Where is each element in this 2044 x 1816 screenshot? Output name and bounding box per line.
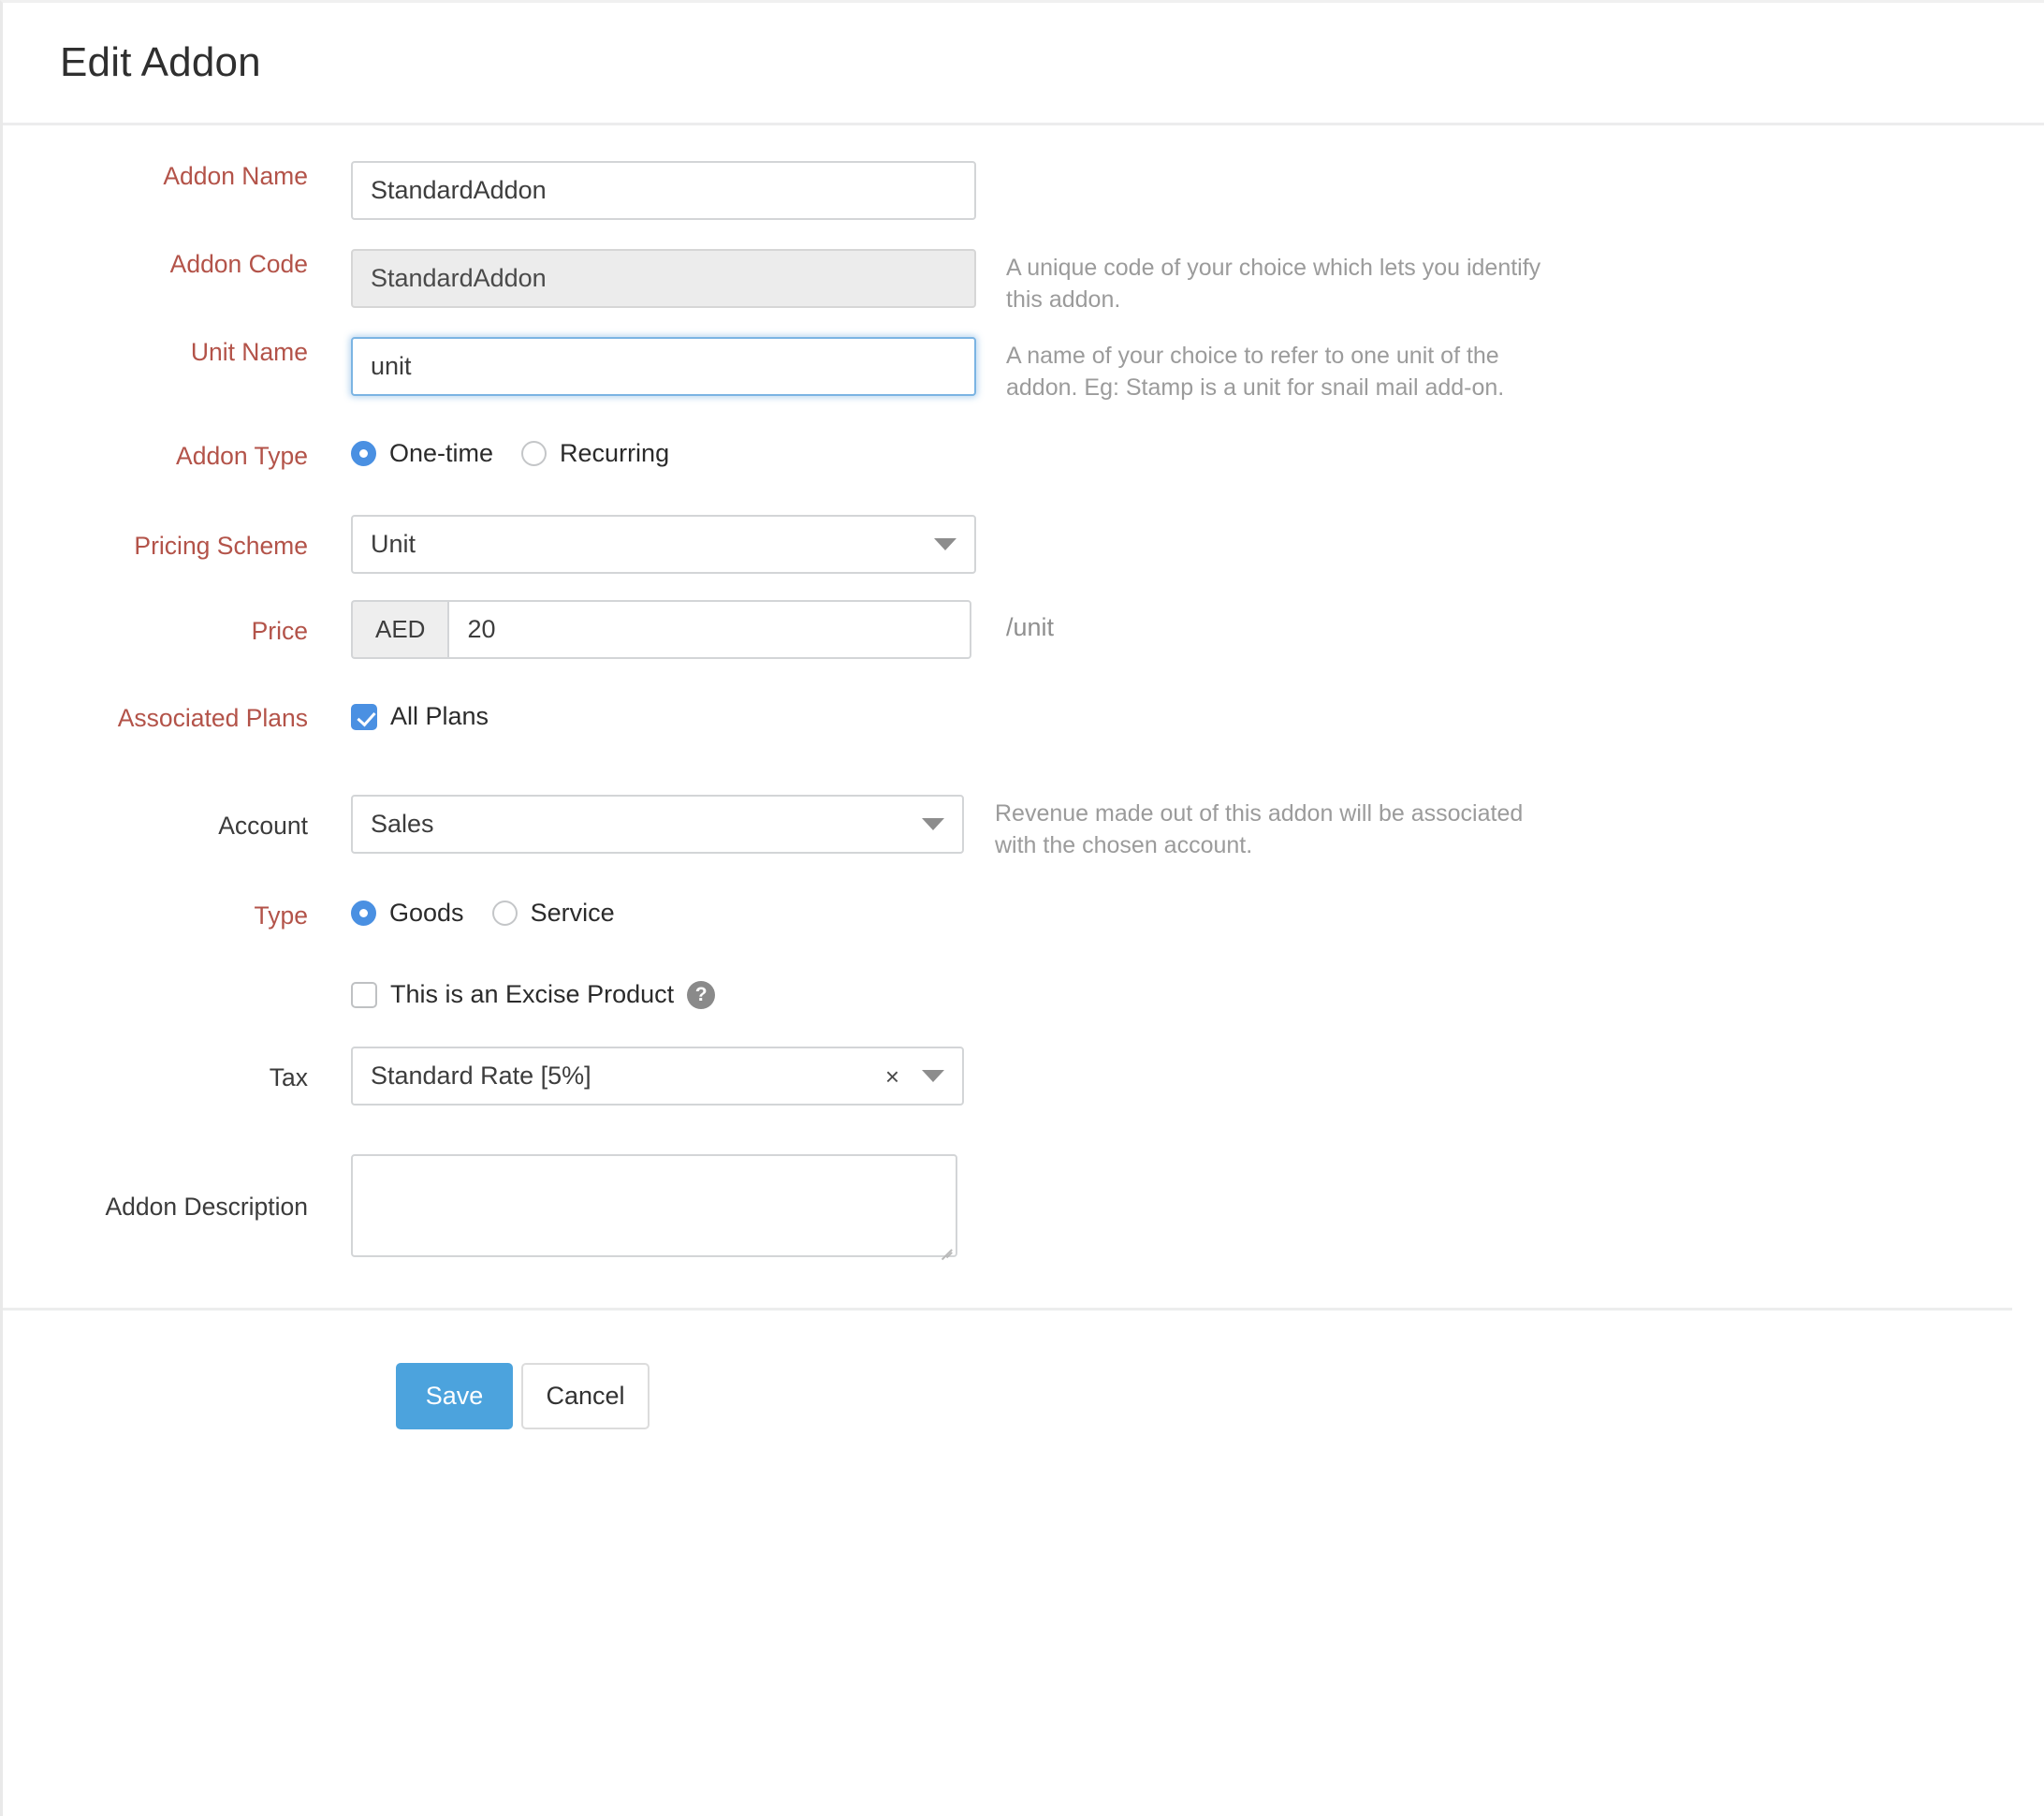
label-type: Type (3, 884, 351, 931)
row-price: Price AED /unit (3, 600, 2044, 659)
row-account: Account Sales Revenue made out of this a… (3, 795, 2044, 854)
type-option-service[interactable]: Service (492, 899, 615, 928)
addon-form: Addon Name Addon Code A unique code of y… (3, 125, 2044, 1257)
pricing-scheme-value: Unit (371, 530, 925, 559)
edit-addon-page: Edit Addon Addon Name Addon Code A uniqu… (0, 0, 2044, 1816)
field-tax: Standard Rate [5%] × (351, 1047, 964, 1106)
row-addon-description: Addon Description (3, 1154, 2044, 1257)
unit-name-hint: A name of your choice to refer to one un… (1006, 341, 1549, 404)
clear-icon[interactable]: × (885, 1064, 899, 1089)
row-pricing-scheme: Pricing Scheme Unit (3, 515, 2044, 574)
help-icon[interactable]: ? (687, 981, 715, 1009)
label-addon-name: Addon Name (3, 161, 351, 192)
pricing-scheme-select[interactable]: Unit (351, 515, 976, 574)
label-tax: Tax (3, 1047, 351, 1093)
field-account: Sales Revenue made out of this addon wil… (351, 795, 964, 854)
field-addon-name (351, 161, 976, 220)
all-plans-checkbox-row[interactable]: All Plans (351, 687, 489, 746)
type-option-goods[interactable]: Goods (351, 899, 464, 928)
label-price: Price (3, 600, 351, 647)
radio-unselected-icon (521, 441, 547, 466)
field-type: Goods Service (351, 884, 643, 943)
addon-code-input[interactable] (351, 249, 976, 308)
label-addon-description: Addon Description (3, 1154, 351, 1223)
checkbox-checked-icon (351, 704, 377, 730)
account-select[interactable]: Sales (351, 795, 964, 854)
save-button[interactable]: Save (396, 1363, 513, 1429)
addon-description-textarea[interactable] (351, 1154, 957, 1257)
price-input[interactable] (447, 600, 971, 659)
addon-name-input[interactable] (351, 161, 976, 220)
form-footer: Save Cancel (3, 1311, 2044, 1429)
type-radio-group: Goods Service (351, 884, 643, 943)
field-associated-plans: All Plans (351, 687, 489, 746)
field-addon-code: A unique code of your choice which lets … (351, 249, 976, 308)
addon-code-hint: A unique code of your choice which lets … (1006, 253, 1549, 316)
field-unit-name: A name of your choice to refer to one un… (351, 337, 976, 396)
label-addon-code: Addon Code (3, 249, 351, 280)
account-hint: Revenue made out of this addon will be a… (995, 798, 1538, 862)
field-excise-product: This is an Excise Product ? (351, 965, 715, 1024)
unit-name-input[interactable] (351, 337, 976, 396)
row-type: Type Goods Service (3, 884, 2044, 943)
page-title: Edit Addon (60, 39, 261, 86)
cancel-button[interactable]: Cancel (521, 1363, 650, 1429)
field-price: AED /unit (351, 600, 971, 659)
chevron-down-icon (922, 1070, 944, 1082)
addon-type-radio-group: One-time Recurring (351, 424, 697, 483)
radio-selected-icon (351, 901, 376, 926)
addon-type-option-label: Recurring (560, 439, 669, 468)
chevron-down-icon (934, 538, 956, 550)
field-pricing-scheme: Unit (351, 515, 976, 574)
field-addon-type: One-time Recurring (351, 424, 697, 483)
account-value: Sales (371, 810, 912, 839)
excise-label: This is an Excise Product (390, 980, 674, 1009)
price-currency-prefix: AED (351, 600, 447, 659)
label-addon-type: Addon Type (3, 424, 351, 472)
chevron-down-icon (922, 818, 944, 830)
all-plans-label: All Plans (390, 702, 489, 731)
tax-select[interactable]: Standard Rate [5%] × (351, 1047, 964, 1106)
price-unit-suffix: /unit (1006, 613, 1054, 642)
radio-unselected-icon (492, 901, 518, 926)
type-option-label: Goods (389, 899, 464, 928)
addon-type-option-label: One-time (389, 439, 493, 468)
row-excise-product: This is an Excise Product ? (3, 965, 2044, 1024)
label-pricing-scheme: Pricing Scheme (3, 515, 351, 562)
row-associated-plans: Associated Plans All Plans (3, 687, 2044, 746)
label-account: Account (3, 795, 351, 842)
label-unit-name: Unit Name (3, 337, 351, 368)
label-associated-plans: Associated Plans (3, 687, 351, 734)
row-addon-type: Addon Type One-time Recurring (3, 424, 2044, 483)
excise-checkbox-row[interactable]: This is an Excise Product ? (351, 965, 715, 1024)
row-addon-code: Addon Code A unique code of your choice … (3, 249, 2044, 308)
tax-value: Standard Rate [5%] (371, 1062, 885, 1091)
resize-grip-icon[interactable] (939, 1239, 952, 1252)
row-addon-name: Addon Name (3, 161, 2044, 220)
addon-type-option-recurring[interactable]: Recurring (521, 439, 669, 468)
row-unit-name: Unit Name A name of your choice to refer… (3, 337, 2044, 396)
checkbox-unchecked-icon (351, 982, 377, 1008)
price-input-group: AED (351, 600, 971, 659)
row-tax: Tax Standard Rate [5%] × (3, 1047, 2044, 1106)
addon-type-option-one-time[interactable]: One-time (351, 439, 493, 468)
field-addon-description (351, 1154, 957, 1257)
page-header: Edit Addon (3, 3, 2044, 125)
radio-selected-icon (351, 441, 376, 466)
type-option-label: Service (531, 899, 615, 928)
